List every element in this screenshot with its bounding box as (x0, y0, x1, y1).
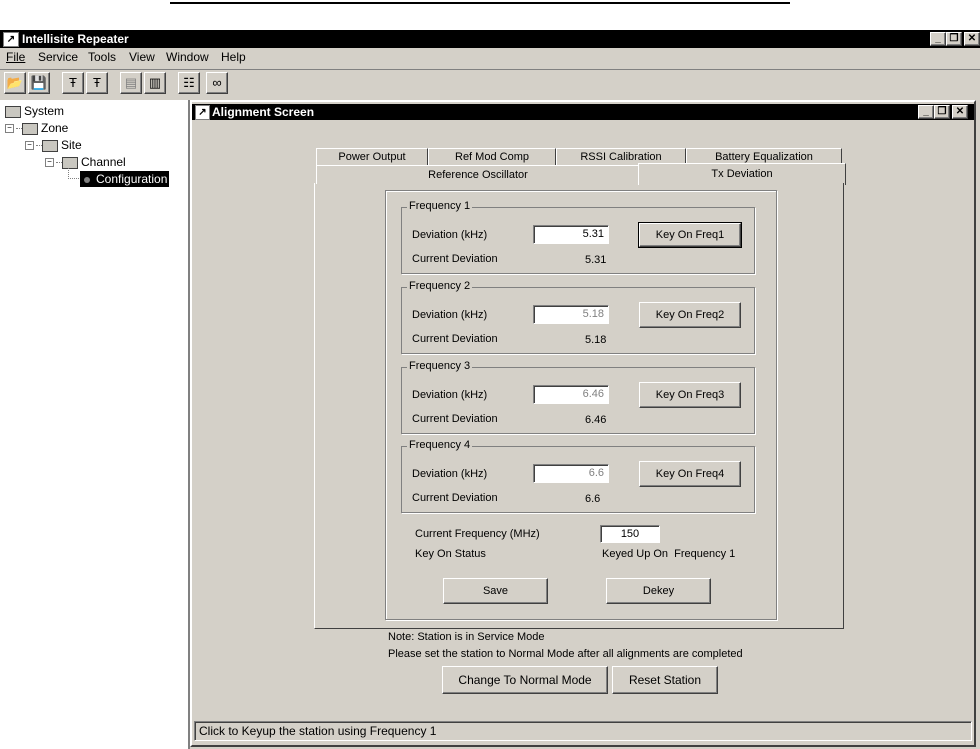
key-on-freq1-button[interactable]: Key On Freq1 (638, 222, 742, 248)
minimize-button[interactable]: _ (930, 32, 946, 46)
tab-tx-deviation[interactable]: Tx Deviation (638, 163, 846, 185)
menu-view[interactable]: View (129, 50, 155, 64)
alignment-window: ↗ Alignment Screen _ ❐ ✕ Power Output Re… (190, 100, 976, 747)
reset-station-button[interactable]: Reset Station (612, 666, 718, 694)
key-on-status-value: Keyed Up On Frequency 1 (602, 548, 736, 560)
bullet-icon (84, 176, 90, 183)
tree-item-configuration[interactable]: Configuration (80, 171, 170, 187)
status-bar: Click to Keyup the station using Frequen… (194, 721, 972, 741)
tree-network-icon[interactable]: ☷ (178, 72, 200, 94)
close-button[interactable]: ✕ (964, 32, 980, 46)
normal-mode-instruction: Please set the station to Normal Mode af… (388, 648, 743, 660)
frequency-3-label: Frequency 3 (407, 360, 473, 372)
tab-ref-mod-comp[interactable]: Ref Mod Comp (428, 148, 556, 166)
frequency-2-current-deviation: 5.18 (585, 334, 607, 346)
tab-reference-oscillator[interactable]: Reference Oscillator (316, 165, 640, 184)
document-rule (170, 2, 790, 4)
frequency-1-current-deviation: 5.31 (585, 254, 607, 266)
frequency-4-label: Frequency 4 (407, 439, 473, 451)
child-minimize-button[interactable]: _ (918, 105, 934, 119)
current-frequency-field: 150 (600, 525, 660, 543)
app-window: ↗ Intellisite Repeater _ ❐ ✕ File Servic… (0, 30, 980, 749)
current-deviation-label: Current Deviation (412, 253, 498, 265)
frequency-1-group: Frequency 1 Deviation (kHz) 5.31 Key On … (401, 200, 755, 274)
deviation-label: Deviation (kHz) (412, 309, 488, 321)
save-button[interactable]: Save (443, 578, 548, 604)
deviation-label: Deviation (kHz) (412, 389, 488, 401)
frequency-1-label: Frequency 1 (407, 200, 473, 212)
collapse-icon[interactable]: − (5, 124, 14, 134)
change-to-normal-mode-button[interactable]: Change To Normal Mode (442, 666, 608, 694)
menu-window[interactable]: Window (166, 50, 209, 64)
menu-tools[interactable]: Tools (88, 50, 116, 64)
service-mode-note: Note: Station is in Service Mode (388, 631, 545, 643)
key-on-status-label: Key On Status (415, 548, 486, 560)
key-on-freq3-button[interactable]: Key On Freq3 (639, 382, 741, 408)
tree-label-site: Site (61, 138, 82, 152)
app-title: Intellisite Repeater (22, 32, 129, 46)
tab-page-tx-deviation: Frequency 1 Deviation (kHz) 5.31 Key On … (314, 183, 844, 629)
frequency-4-deviation-input[interactable]: 6.6 (533, 464, 609, 483)
mdi-area: ↗ Alignment Screen _ ❐ ✕ Power Output Re… (190, 100, 980, 749)
child-restore-button[interactable]: ❐ (934, 105, 950, 119)
child-close-button[interactable]: ✕ (952, 105, 968, 119)
tree-item-channel[interactable]: − Channel (45, 155, 126, 169)
tree-item-system[interactable]: System (5, 104, 64, 118)
antenna-icon[interactable]: Ŧ (86, 72, 108, 94)
alignment-titlebar[interactable]: ↗ Alignment Screen _ ❐ ✕ (192, 104, 974, 120)
open-folder-icon[interactable]: 📂 (4, 72, 26, 94)
tree-label-channel: Channel (81, 155, 126, 169)
folder-icon (22, 122, 38, 135)
menu-file[interactable]: File (6, 50, 25, 64)
alignment-title: Alignment Screen (212, 105, 315, 119)
frequency-2-deviation-input[interactable]: 5.18 (533, 305, 609, 324)
menu-bar: File Service Tools View Window Help (0, 50, 980, 68)
collapse-icon[interactable]: − (25, 141, 34, 151)
status-bar-text: Click to Keyup the station using Frequen… (199, 724, 437, 738)
frequency-3-group: Frequency 3 Deviation (kHz) 6.46 Key On … (401, 360, 755, 434)
card-icon[interactable]: ▤ (120, 72, 142, 94)
menu-service[interactable]: Service (38, 50, 78, 64)
antenna-icon[interactable]: Ŧ (62, 72, 84, 94)
frequency-3-deviation-input[interactable]: 6.46 (533, 385, 609, 404)
menu-help[interactable]: Help (221, 50, 246, 64)
alignment-window-icon: ↗ (195, 105, 210, 120)
frequency-2-label: Frequency 2 (407, 280, 473, 292)
app-icon: ↗ (3, 32, 19, 47)
tab-power-output[interactable]: Power Output (316, 148, 428, 166)
deviation-label: Deviation (kHz) (412, 468, 488, 480)
save-disk-icon[interactable]: 💾 (28, 72, 50, 94)
tree-label-zone: Zone (41, 121, 69, 135)
tree-label-system: System (24, 104, 65, 118)
frequency-3-current-deviation: 6.46 (585, 414, 607, 426)
current-frequency-label: Current Frequency (MHz) (415, 528, 540, 540)
toolbar: 📂 💾 Ŧ Ŧ ▤ ▥ ☷ ∞ (0, 71, 980, 96)
collapse-icon[interactable]: − (45, 158, 54, 168)
frequency-2-group: Frequency 2 Deviation (kHz) 5.18 Key On … (401, 280, 755, 354)
frequency-1-deviation-input[interactable]: 5.31 (533, 225, 609, 244)
binoculars-icon[interactable]: ∞ (206, 72, 228, 94)
frequency-4-group: Frequency 4 Deviation (kHz) 6.6 Key On F… (401, 439, 755, 513)
tree-pane: System − Zone − Site − Channel Configuratio… (0, 100, 190, 749)
current-deviation-label: Current Deviation (412, 333, 498, 345)
tree-item-zone[interactable]: − Zone (5, 121, 68, 135)
folder-icon (42, 139, 58, 152)
folder-icon (5, 105, 21, 118)
current-deviation-label: Current Deviation (412, 413, 498, 425)
tree-item-site[interactable]: − Site (25, 138, 82, 152)
deviation-panel: Frequency 1 Deviation (kHz) 5.31 Key On … (385, 190, 777, 620)
frequency-4-current-deviation: 6.6 (585, 493, 601, 505)
menu-separator (0, 69, 980, 70)
tree-label-configuration: Configuration (96, 172, 168, 186)
current-deviation-label: Current Deviation (412, 492, 498, 504)
dekey-button[interactable]: Dekey (606, 578, 711, 604)
deviation-label: Deviation (kHz) (412, 229, 488, 241)
app-titlebar[interactable]: ↗ Intellisite Repeater _ ❐ ✕ (0, 30, 980, 48)
document-icon[interactable]: ▥ (144, 72, 166, 94)
key-on-freq2-button[interactable]: Key On Freq2 (639, 302, 741, 328)
restore-button[interactable]: ❐ (946, 32, 962, 46)
key-on-freq4-button[interactable]: Key On Freq4 (639, 461, 741, 487)
